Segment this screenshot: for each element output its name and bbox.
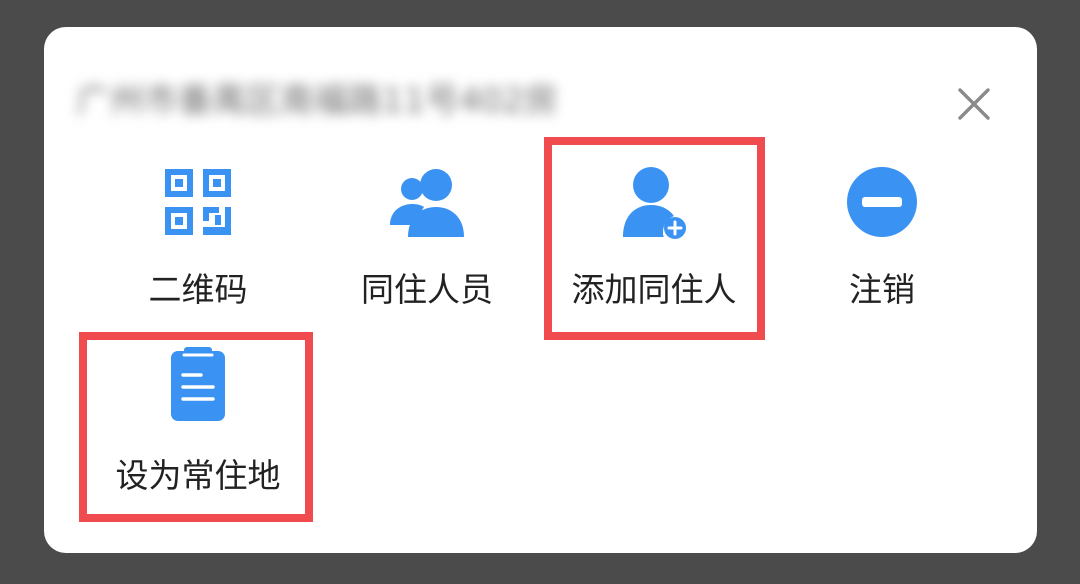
action-label: 同住人员 — [361, 270, 493, 309]
people-icon — [390, 169, 464, 237]
add-person-icon — [623, 167, 686, 239]
address-text: 广州市番禺区南福路11号402房 — [76, 81, 559, 121]
action-label: 设为常住地 — [115, 456, 281, 495]
action-sheet: 广州市番禺区南福路11号402房 二维码 同住人员 添加同住人 注销 设为常住地 — [44, 27, 1037, 553]
close-icon — [958, 88, 990, 120]
action-add-cohabitant[interactable]: 添加同住人 — [549, 157, 759, 337]
action-label: 添加同住人 — [571, 270, 737, 309]
clipboard-icon — [171, 347, 225, 421]
action-cohabitants[interactable]: 同住人员 — [322, 157, 532, 337]
action-qr-code[interactable]: 二维码 — [93, 157, 303, 337]
action-label: 注销 — [849, 270, 915, 309]
close-button[interactable] — [952, 82, 996, 126]
action-deregister[interactable]: 注销 — [777, 157, 987, 337]
cancel-icon — [847, 167, 917, 237]
action-label: 二维码 — [148, 270, 248, 309]
qr-code-icon — [165, 169, 231, 235]
action-set-residence[interactable]: 设为常住地 — [93, 343, 303, 523]
